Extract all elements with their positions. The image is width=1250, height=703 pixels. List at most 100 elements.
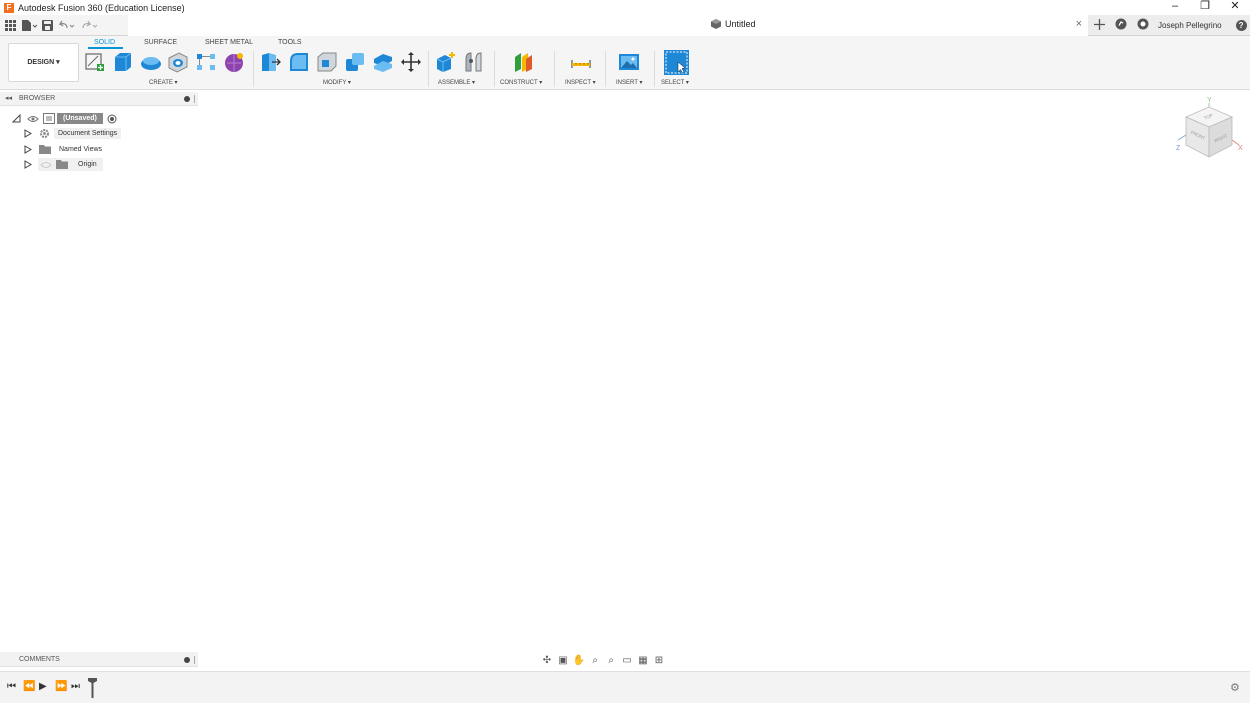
pattern-icon[interactable] [195, 51, 217, 73]
file-icon[interactable] [21, 17, 37, 33]
insert-image-icon[interactable] [618, 51, 640, 73]
insert-menu[interactable]: INSERT ▾ [616, 79, 642, 86]
browser-item-label: Origin [78, 161, 97, 168]
undo-icon[interactable] [58, 17, 76, 33]
document-tab[interactable]: Untitled × [128, 15, 1088, 36]
fit-icon[interactable]: ⌕ [604, 655, 618, 666]
notifications-icon[interactable] [1132, 15, 1154, 36]
browser-title: BROWSER [19, 95, 56, 102]
document-title-text: Untitled [725, 19, 756, 29]
look-at-icon[interactable]: ▣ [556, 655, 570, 666]
combine-icon[interactable] [344, 51, 366, 73]
revolve-icon[interactable] [140, 51, 162, 73]
folder-icon [39, 145, 51, 154]
display-settings-icon[interactable]: ▭ [620, 655, 634, 666]
modify-menu[interactable]: MODIFY ▾ [323, 79, 351, 86]
hole-icon[interactable] [167, 51, 189, 73]
workspace-switcher[interactable]: DESIGN ▾ [8, 43, 79, 82]
axis-y-label: Y [1207, 97, 1212, 104]
create-menu[interactable]: CREATE ▾ [149, 79, 178, 86]
expanded-triangle-icon[interactable] [12, 114, 21, 123]
comments-title: COMMENTS [19, 656, 60, 663]
pin-icon[interactable] [184, 96, 190, 102]
construct-menu[interactable]: CONSTRUCT ▾ [500, 79, 542, 86]
collapsed-triangle-icon[interactable] [24, 129, 32, 138]
fillet-icon[interactable] [288, 51, 310, 73]
minimize-button[interactable]: – [1160, 0, 1190, 15]
tab-sheet-metal[interactable]: SHEET METAL [205, 39, 253, 46]
restore-button[interactable]: ❐ [1190, 0, 1220, 15]
collapse-browser-icon[interactable]: ◂◂ [5, 94, 12, 102]
timeline-settings-gear-icon[interactable]: ⚙ [1230, 681, 1240, 694]
close-window-button[interactable]: ✕ [1220, 0, 1250, 15]
window-title: Autodesk Fusion 360 (Education License) [18, 2, 185, 13]
viewcube[interactable]: Y Z X TOP FRONT RIGHT [1176, 95, 1246, 165]
step-back-icon[interactable]: ⏪ [23, 681, 35, 692]
ribbon-separator [654, 51, 655, 87]
close-tab-button[interactable]: × [1076, 18, 1082, 30]
quick-access-toolbar: Untitled × Joseph Pellegrino ? [0, 15, 1250, 36]
navigation-bar: ✣ ▣ ✋ ⌕ ⌕ ▭ ▦ ⊞ [540, 652, 706, 668]
ribbon-separator [605, 51, 606, 87]
job-status-icon[interactable] [1110, 15, 1132, 36]
collapsed-triangle-icon[interactable] [24, 160, 32, 169]
apps-grid-icon[interactable] [5, 17, 16, 33]
offset-face-icon[interactable] [372, 51, 394, 73]
add-comment-icon[interactable] [184, 657, 190, 663]
collapsed-triangle-icon[interactable] [24, 145, 32, 154]
tab-tools[interactable]: TOOLS [278, 39, 302, 46]
select-menu[interactable]: SELECT ▾ [661, 79, 689, 86]
shell-icon[interactable] [316, 51, 338, 73]
grid-settings-icon[interactable]: ▦ [636, 655, 650, 666]
tab-solid[interactable]: SOLID [94, 39, 115, 46]
extrude-icon[interactable] [112, 51, 134, 73]
play-icon[interactable]: ▶ [39, 681, 47, 692]
redo-icon[interactable] [81, 17, 99, 33]
user-account-menu[interactable]: Joseph Pellegrino [1158, 21, 1222, 30]
browser-item-label: Document Settings [54, 128, 122, 139]
go-to-end-icon[interactable]: ⏭ [71, 681, 80, 692]
browser-item-document-settings[interactable]: Document Settings [24, 127, 122, 140]
browser-item-origin[interactable]: Origin [24, 158, 103, 171]
tab-surface[interactable]: SURFACE [144, 39, 177, 46]
header-right: Joseph Pellegrino ? [1088, 15, 1247, 36]
quick-access-left [0, 15, 128, 35]
active-tab-indicator [88, 47, 123, 49]
press-pull-icon[interactable] [260, 51, 282, 73]
joint-icon[interactable] [463, 51, 485, 73]
save-icon[interactable] [42, 17, 53, 33]
activate-radio-icon[interactable] [107, 114, 117, 124]
panel-resize-handle[interactable] [194, 656, 195, 664]
ribbon-separator [494, 51, 495, 87]
new-component-icon[interactable] [435, 51, 457, 73]
select-icon[interactable] [664, 50, 689, 75]
orbit-icon[interactable]: ✣ [540, 655, 554, 666]
pan-icon[interactable]: ✋ [572, 655, 586, 666]
panel-resize-handle[interactable] [194, 95, 195, 103]
browser-root-row[interactable]: (Unsaved) [12, 112, 117, 125]
assemble-menu[interactable]: ASSEMBLE ▾ [438, 79, 475, 86]
offset-plane-icon[interactable] [512, 51, 534, 73]
go-to-start-icon[interactable]: ⏮ [7, 681, 16, 692]
move-copy-icon[interactable] [400, 51, 422, 73]
step-forward-icon[interactable]: ⏩ [55, 681, 67, 692]
create-form-icon[interactable] [223, 51, 245, 73]
toolbar-ribbon: DESIGN ▾ SOLID SURFACE SHEET METAL TOOLS… [0, 36, 1250, 90]
timeline-marker-icon[interactable] [88, 678, 97, 698]
window-controls: – ❐ ✕ [1160, 0, 1250, 15]
browser-item-label: Named Views [59, 146, 103, 153]
browser-root-label: (Unsaved) [57, 113, 103, 124]
title-bar: F Autodesk Fusion 360 (Education License… [0, 0, 1250, 15]
eye-icon[interactable] [27, 115, 39, 123]
zoom-icon[interactable]: ⌕ [588, 655, 602, 666]
browser-item-named-views[interactable]: Named Views [24, 143, 106, 156]
viewports-icon[interactable]: ⊞ [652, 655, 666, 666]
new-tab-icon[interactable] [1088, 15, 1110, 36]
help-icon[interactable]: ? [1235, 20, 1247, 31]
hidden-eye-icon[interactable] [40, 161, 52, 169]
inspect-menu[interactable]: INSPECT ▾ [565, 79, 596, 86]
measure-icon[interactable] [570, 51, 592, 73]
comments-panel-header: COMMENTS [0, 652, 198, 667]
create-sketch-icon[interactable] [84, 51, 106, 73]
component-icon [711, 19, 721, 29]
